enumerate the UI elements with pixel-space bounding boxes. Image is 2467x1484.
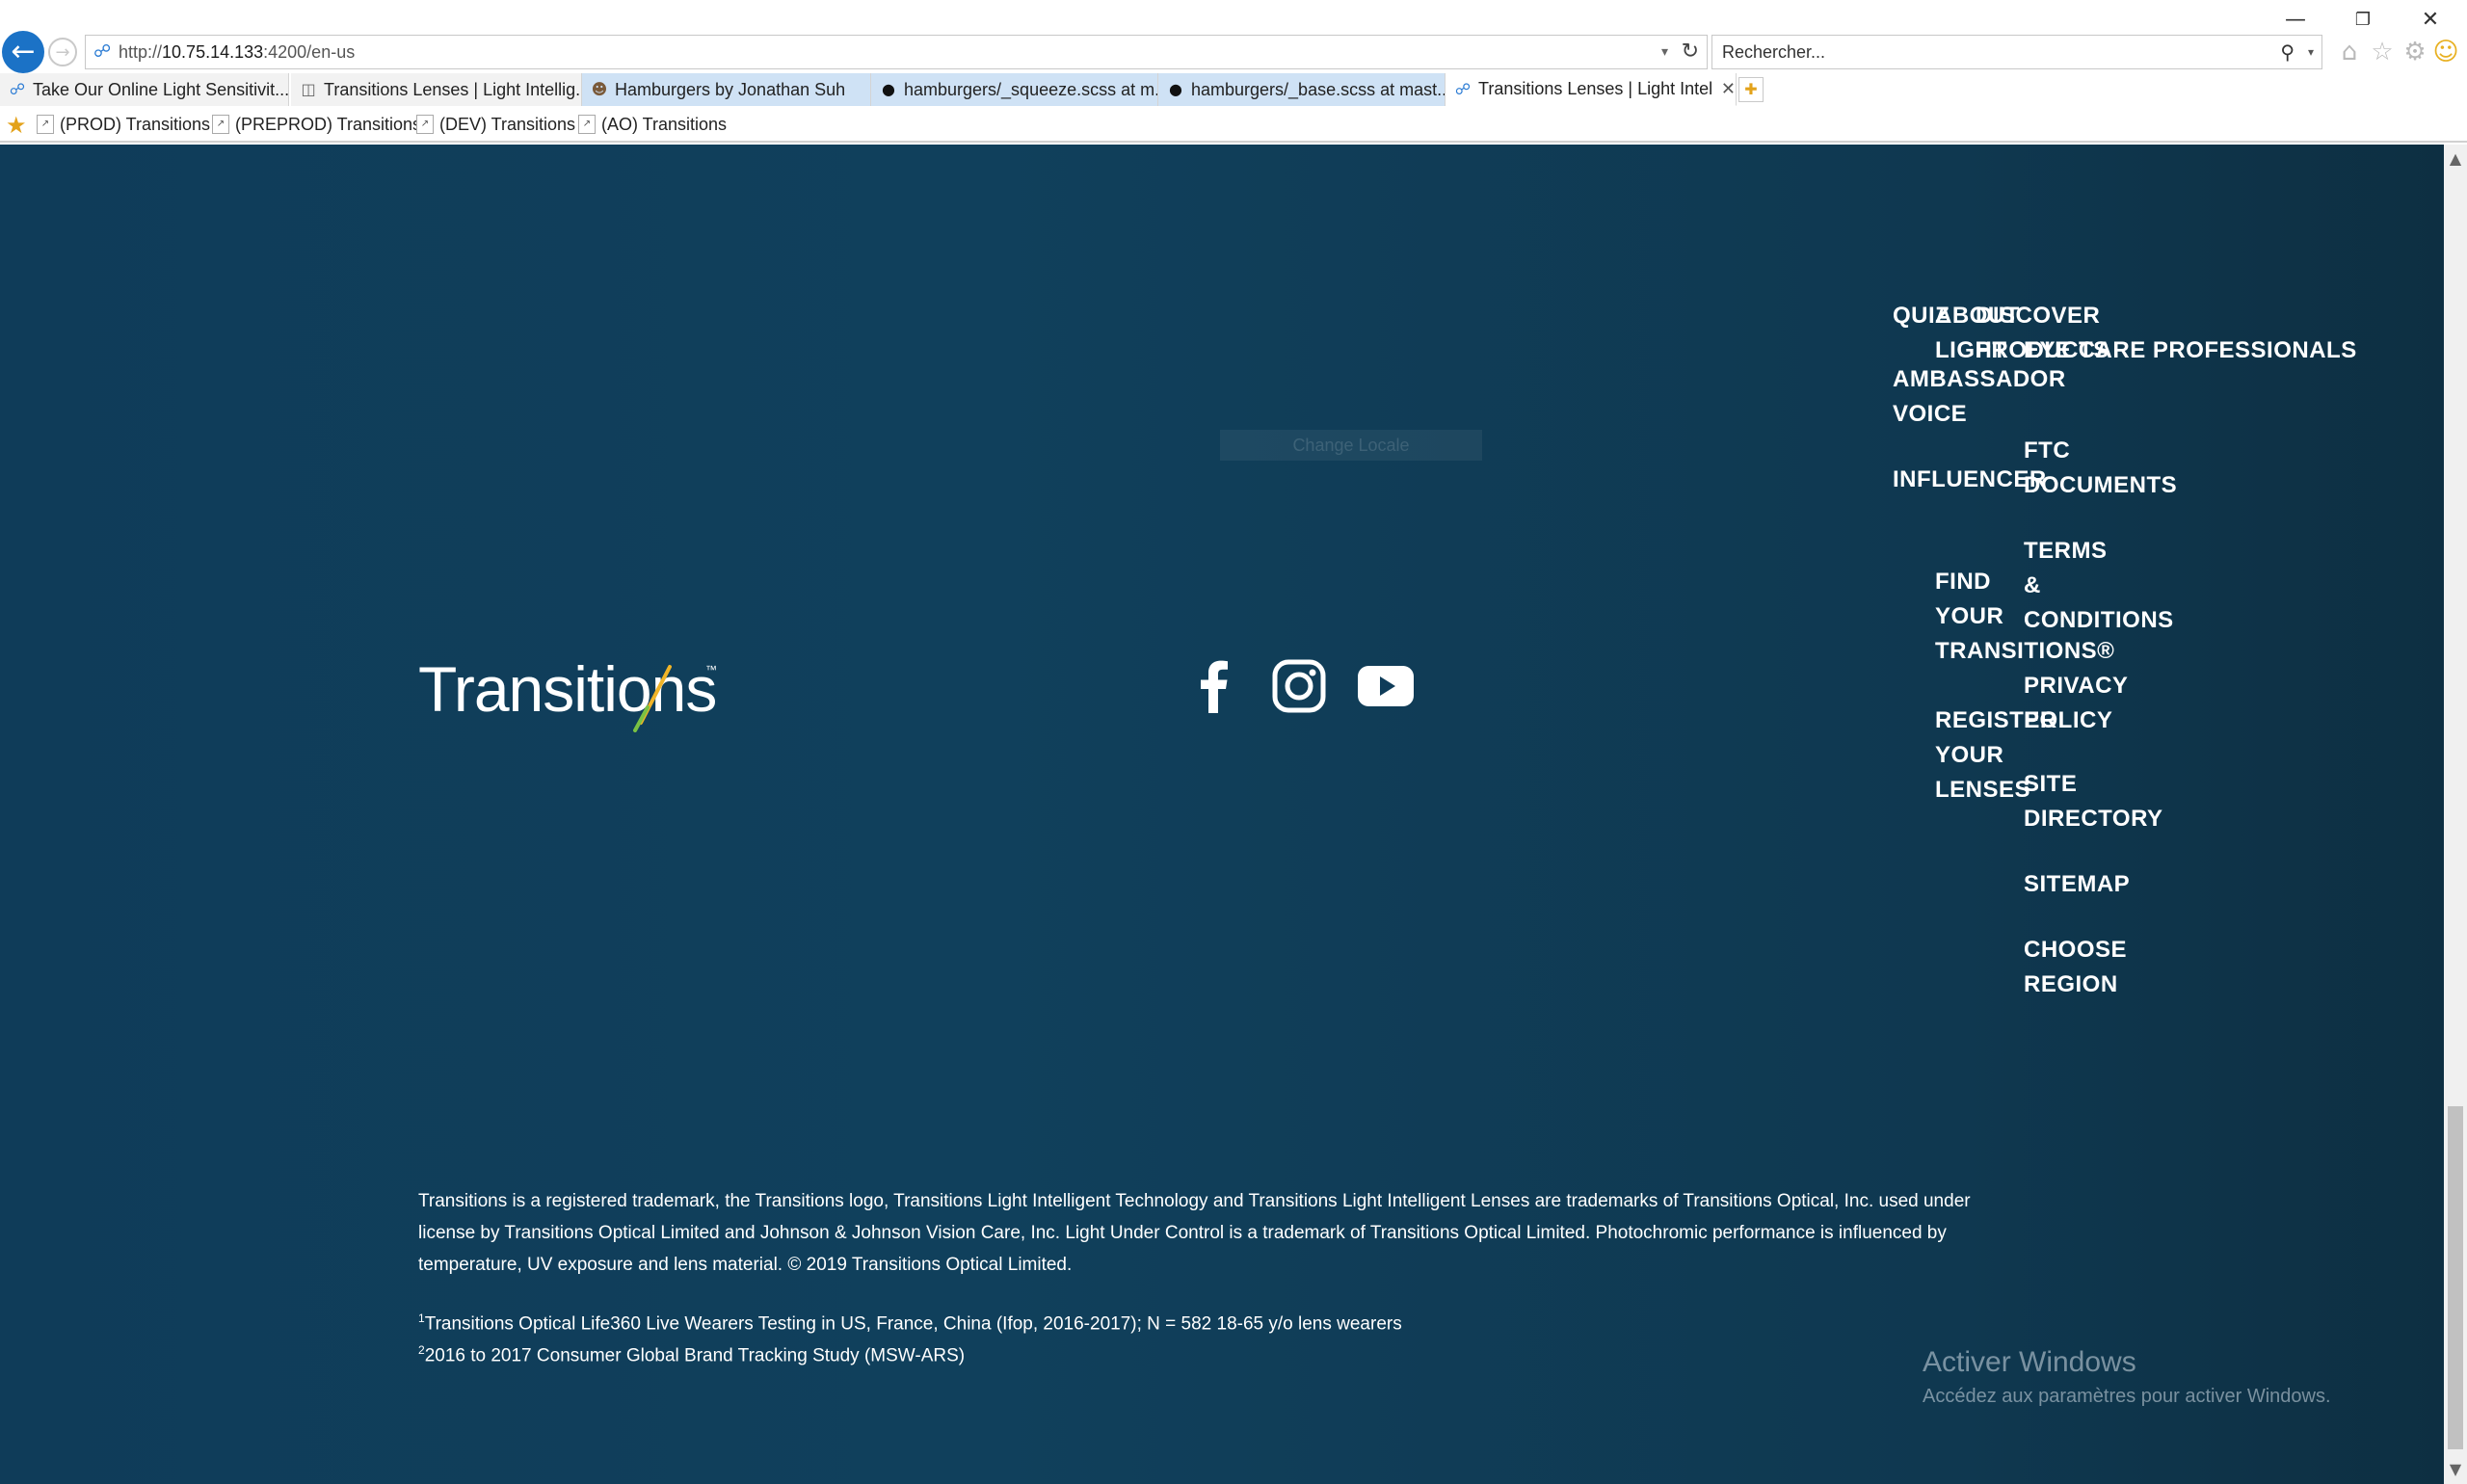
tab-base-scss[interactable]: ● hamburgers/_base.scss at mast... bbox=[1158, 73, 1446, 106]
search-icon[interactable]: ⚲ bbox=[2280, 36, 2295, 68]
ie-page-icon: ☍ bbox=[93, 41, 112, 62]
logo-swoosh-icon bbox=[633, 665, 672, 732]
footer-link-ftc-documents[interactable]: FTC DOCUMENTS bbox=[2024, 434, 2177, 503]
url-path: :4200/en-us bbox=[263, 42, 356, 62]
tab-close-icon[interactable]: ✕ bbox=[1721, 79, 1736, 99]
refresh-icon[interactable]: ↻ bbox=[1682, 36, 1699, 68]
facebook-icon[interactable] bbox=[1181, 655, 1243, 717]
favorite-label: (PREPROD) Transitions bbox=[235, 114, 422, 134]
footnote-2: 22016 to 2017 Consumer Global Brand Trac… bbox=[418, 1335, 965, 1371]
tab-transitions-lenses-1[interactable]: ◫ Transitions Lenses | Light Intellig... bbox=[291, 73, 582, 106]
footer-link-ambassador-voice[interactable]: AMBASSADOR VOICE bbox=[1893, 362, 2066, 432]
footnote-2-marker: 2 bbox=[418, 1343, 425, 1357]
url-text[interactable]: http://10.75.14.133:4200/en-us bbox=[119, 36, 355, 68]
tab-label: Transitions Lenses | Light Intellig... bbox=[324, 79, 581, 99]
search-dropdown-icon[interactable]: ▾ bbox=[2308, 36, 2314, 68]
add-favorite-star-icon[interactable]: ★ bbox=[6, 110, 27, 141]
tab-label: hamburgers/_squeeze.scss at m... bbox=[904, 79, 1157, 99]
search-input[interactable]: Rechercher... bbox=[1722, 36, 1825, 68]
github-icon: ● bbox=[882, 80, 895, 98]
footer-link-choose-region[interactable]: CHOOSE REGION bbox=[2024, 933, 2127, 1002]
tab-hamburgers[interactable]: ☻ Hamburgers by Jonathan Suh bbox=[582, 73, 871, 106]
tab-transitions-lenses-active[interactable]: ☍ Transitions Lenses | Light Intel... ✕ bbox=[1446, 73, 1737, 106]
tab-label: Take Our Online Light Sensitivit... bbox=[33, 79, 288, 99]
footer-link-terms-conditions[interactable]: TERMS & CONDITIONS bbox=[2024, 534, 2174, 638]
activation-title: Activer Windows bbox=[1923, 1346, 2136, 1378]
footer-link-privacy-policy[interactable]: PRIVACY POLICY bbox=[2024, 669, 2128, 738]
url-dropdown-icon[interactable]: ▾ bbox=[1661, 36, 1668, 68]
ie-page-icon: ☍ bbox=[9, 80, 26, 98]
new-tab-icon[interactable]: ✚ bbox=[1738, 77, 1764, 102]
footnote-1-marker: 1 bbox=[418, 1312, 425, 1325]
legal-disclaimer: Transitions is a registered trademark, t… bbox=[418, 1191, 1971, 1275]
site-footer: Change Locale Transitions ™ QUIZ AMBASSA… bbox=[0, 145, 2444, 1484]
avatar-icon: ☻ bbox=[591, 80, 608, 98]
address-row: ← → ☍ http://10.75.14.133:4200/en-us ▾ ↻… bbox=[0, 29, 2467, 79]
link-icon: ↗ bbox=[416, 115, 434, 134]
tab-label: Transitions Lenses | Light Intel... bbox=[1478, 79, 1713, 98]
favorite-label: (AO) Transitions bbox=[601, 114, 728, 134]
footer-link-sitemap[interactable]: SITEMAP bbox=[2024, 867, 2130, 902]
favorite-label: (DEV) Transitions bbox=[439, 114, 576, 134]
scroll-down-arrow-icon[interactable]: ▼ bbox=[2444, 1455, 2467, 1484]
url-prefix: http:// bbox=[119, 42, 163, 62]
tab-label: Hamburgers by Jonathan Suh bbox=[615, 79, 846, 99]
change-locale-button[interactable]: Change Locale bbox=[1220, 430, 1482, 461]
favorites-star-icon[interactable]: ☆ bbox=[2367, 37, 2398, 67]
link-icon: ↗ bbox=[37, 115, 54, 134]
tab-squeeze-scss[interactable]: ● hamburgers/_squeeze.scss at m... bbox=[871, 73, 1158, 106]
instagram-icon[interactable] bbox=[1268, 655, 1330, 717]
footer-link-eye-care-professionals[interactable]: EYE CARE PROFESSIONALS bbox=[2024, 333, 2357, 368]
footnote-2-text: 2016 to 2017 Consumer Global Brand Track… bbox=[424, 1345, 966, 1366]
home-icon[interactable]: ⌂ bbox=[2334, 37, 2365, 67]
url-host: 10.75.14.133 bbox=[162, 42, 264, 62]
github-icon: ● bbox=[1169, 80, 1182, 98]
link-icon: ↗ bbox=[578, 115, 596, 134]
tab-light-sensitivity-quiz[interactable]: ☍ Take Our Online Light Sensitivit... bbox=[0, 73, 289, 106]
favorite-preprod-transitions[interactable]: ↗ (PREPROD) Transitions bbox=[212, 108, 421, 141]
browser-chrome: — ❐ ✕ ← → ☍ http://10.75.14.133:4200/en-… bbox=[0, 0, 2467, 145]
link-icon: ↗ bbox=[212, 115, 229, 134]
windows-activation-watermark: Activer Windows Accédez aux paramètres p… bbox=[1923, 1343, 2331, 1411]
forward-button[interactable]: → bbox=[48, 38, 77, 66]
page-icon: ◫ bbox=[301, 80, 316, 98]
favorite-label: (PROD) Transitions bbox=[60, 114, 211, 134]
back-button[interactable]: ← bbox=[2, 31, 44, 73]
smiley-feedback-icon[interactable]: ☺ bbox=[2430, 37, 2461, 67]
logo-trademark: ™ bbox=[705, 663, 717, 676]
tab-label: hamburgers/_base.scss at mast... bbox=[1191, 79, 1445, 99]
settings-gear-icon[interactable]: ⚙ bbox=[2400, 37, 2430, 67]
search-bar[interactable]: Rechercher... ⚲ ▾ bbox=[1711, 35, 2322, 69]
vertical-scrollbar[interactable]: ▲ ▼ bbox=[2444, 145, 2467, 1484]
scrollbar-thumb[interactable] bbox=[2448, 1106, 2463, 1449]
favorite-dev-transitions[interactable]: ↗ (DEV) Transitions bbox=[416, 108, 575, 141]
tab-strip: ☍ Take Our Online Light Sensitivit... ◫ … bbox=[0, 73, 2467, 106]
address-bar[interactable]: ☍ http://10.75.14.133:4200/en-us ▾ ↻ bbox=[85, 35, 1708, 69]
favorites-bar: ★ ↗ (PROD) Transitions ↗ (PREPROD) Trans… bbox=[0, 108, 2467, 143]
activation-subtitle: Accédez aux paramètres pour activer Wind… bbox=[1923, 1386, 2331, 1407]
footnote-1-text: Transitions Optical Life360 Live Wearers… bbox=[424, 1313, 1402, 1335]
youtube-icon[interactable] bbox=[1355, 655, 1417, 717]
scroll-up-arrow-icon[interactable]: ▲ bbox=[2444, 145, 2467, 173]
footer-link-site-directory[interactable]: SITE DIRECTORY bbox=[2024, 767, 2163, 836]
favorite-prod-transitions[interactable]: ↗ (PROD) Transitions bbox=[37, 108, 210, 141]
favorite-ao-transitions[interactable]: ↗ (AO) Transitions bbox=[578, 108, 727, 141]
ie-page-icon: ☍ bbox=[1454, 79, 1472, 98]
transitions-logo[interactable]: Transitions ™ bbox=[418, 646, 727, 732]
